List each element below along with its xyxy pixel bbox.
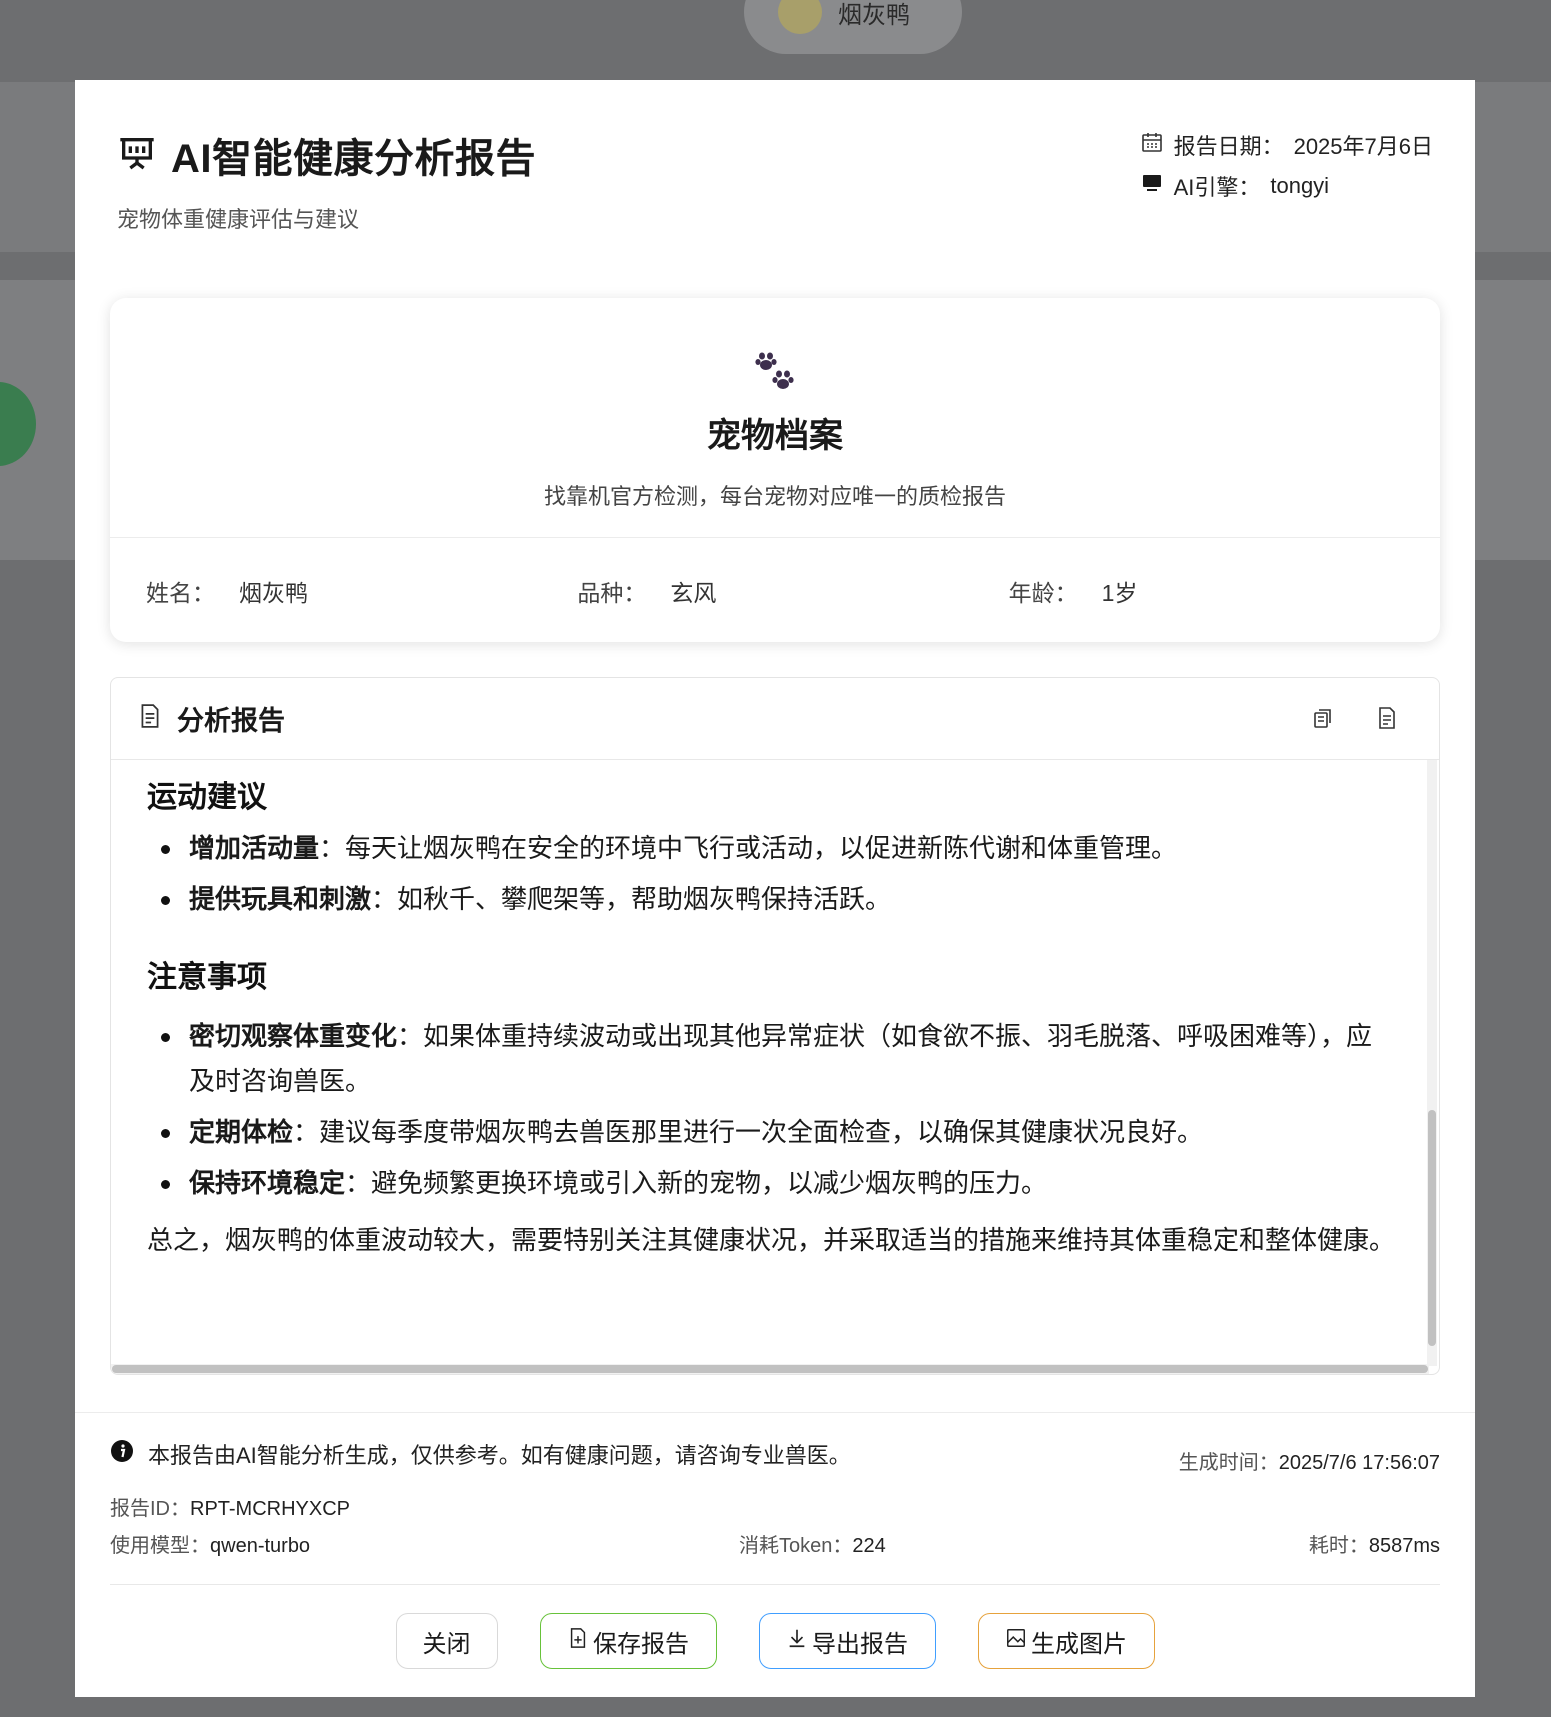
ai-engine-value: tongyi <box>1270 172 1330 198</box>
report-title: 分析报告 <box>177 706 285 736</box>
report-date-value: 2025年7月6日 <box>1293 133 1433 159</box>
duration-label: 耗时： <box>1308 1535 1369 1557</box>
pet-breed-label: 品种： <box>577 580 647 606</box>
exercise-list: 增加活动量：每天让烟灰鸭在安全的环境中飞行或活动，以促进新陈代谢和体重管理。 提… <box>147 826 1397 922</box>
backdrop-pet-name: 烟灰鸭 <box>838 1 910 29</box>
token-label: 消耗Token： <box>739 1535 853 1557</box>
token-value: 224 <box>852 1535 886 1557</box>
generation-time-value: 2025/7/6 17:56:07 <box>1278 1452 1440 1474</box>
backdrop-pet-pill: 烟灰鸭 <box>744 0 962 54</box>
notes-list: 密切观察体重变化：如果体重持续波动或出现其他异常症状（如食欲不振、羽毛脱落、呼吸… <box>147 1014 1397 1206</box>
generation-time: 生成时间：2025/7/6 17:56:07 <box>1179 1446 1440 1475</box>
report-date-label: 报告日期： <box>1173 133 1284 159</box>
pet-profile-title: 宠物档案 <box>707 417 843 455</box>
list-item: 提供玩具和刺激：如秋千、攀爬架等，帮助烟灰鸭保持活跃。 <box>147 877 1397 922</box>
model-label: 使用模型： <box>110 1535 210 1557</box>
calendar-icon <box>1140 130 1164 160</box>
list-item: 保持环境稳定：避免频繁更换环境或引入新的宠物，以减少烟灰鸭的压力。 <box>147 1161 1397 1206</box>
horizontal-scrollbar[interactable] <box>111 1364 1429 1374</box>
modal-actions: 关闭 保存报告 导出报告 生成图片 <box>75 1613 1475 1669</box>
footer-divider-2 <box>110 1584 1440 1585</box>
report-meta: 报告日期： 2025年7月6日 AI引擎： tongyi <box>1140 124 1433 206</box>
presentation-icon <box>117 133 157 178</box>
close-button[interactable]: 关闭 <box>395 1613 498 1669</box>
pet-avatar <box>778 0 822 34</box>
model-used: 使用模型：qwen-turbo <box>110 1529 310 1558</box>
model-value: qwen-turbo <box>210 1535 311 1557</box>
ai-engine-label: AI引擎： <box>1173 174 1261 200</box>
view-text-icon[interactable] <box>1375 706 1399 730</box>
pet-name-field: 姓名： 烟灰鸭 <box>146 574 577 608</box>
analysis-report-panel: 分析报告 运动建议 增加活动量：每天让烟灰鸭在安全的环境中飞行或活动，以促进新陈… <box>110 677 1440 1375</box>
save-file-icon <box>567 1627 589 1656</box>
paw-icon <box>755 352 794 389</box>
report-id-label: 报告ID： <box>110 1498 190 1520</box>
footer-divider <box>75 1412 1475 1413</box>
report-id: 报告ID：RPT-MCRHYXCP <box>110 1492 350 1521</box>
generation-time-label: 生成时间： <box>1178 1452 1279 1474</box>
report-conclusion: 总之，烟灰鸭的体重波动较大，需要特别关注其健康状况，并采取适当的措施来维持其体重… <box>147 1225 1396 1255</box>
modal-header: AI智能健康分析报告 宠物体重健康评估与建议 <box>117 126 536 234</box>
close-button-label: 关闭 <box>422 1630 471 1658</box>
modal-subtitle: 宠物体重健康评估与建议 <box>117 207 360 232</box>
save-report-button[interactable]: 保存报告 <box>539 1613 717 1669</box>
token-usage: 消耗Token：224 <box>739 1529 886 1558</box>
generate-image-label: 生成图片 <box>1031 1630 1127 1658</box>
pet-age-value: 1岁 <box>1101 580 1138 606</box>
duration-value: 8587ms <box>1368 1535 1440 1557</box>
pet-breed-field: 品种： 玄风 <box>577 574 1008 608</box>
pet-name-label: 姓名： <box>146 580 215 606</box>
disclaimer-text: 本报告由AI智能分析生成，仅供参考。如有健康问题，请咨询专业兽医。 <box>148 1443 851 1468</box>
section-heading-notes: 注意事项 <box>147 961 267 994</box>
pet-age-label: 年龄： <box>1008 580 1078 606</box>
generate-image-button[interactable]: 生成图片 <box>977 1613 1155 1669</box>
report-actions <box>1311 706 1399 730</box>
image-icon <box>1005 1627 1027 1656</box>
duration: 耗时：8587ms <box>1309 1529 1440 1558</box>
export-report-label: 导出报告 <box>812 1630 908 1658</box>
report-modal: AI智能健康分析报告 宠物体重健康评估与建议 报告日期： 2025年7月6日 A… <box>75 80 1475 1697</box>
list-item: 定期体检：建议每季度带烟灰鸭去兽医那里进行一次全面检查，以确保其健康状况良好。 <box>147 1110 1397 1155</box>
document-icon <box>137 703 163 734</box>
report-header: 分析报告 <box>111 678 1439 760</box>
pet-profile-card: 宠物档案 找靠机官方检测，每台宠物对应唯一的质检报告 姓名： 烟灰鸭 品种： 玄… <box>110 298 1440 642</box>
export-report-button[interactable]: 导出报告 <box>758 1613 936 1669</box>
save-report-label: 保存报告 <box>593 1630 689 1658</box>
copy-icon[interactable] <box>1311 706 1335 730</box>
report-id-value: RPT-MCRHYXCP <box>190 1498 351 1520</box>
list-item: 密切观察体重变化：如果体重持续波动或出现其他异常症状（如食欲不振、羽毛脱落、呼吸… <box>147 1014 1397 1104</box>
modal-title: AI智能健康分析报告 <box>171 137 536 181</box>
report-content: 运动建议 增加活动量：每天让烟灰鸭在安全的环境中飞行或活动，以促进新陈代谢和体重… <box>147 760 1397 1350</box>
disclaimer: 本报告由AI智能分析生成，仅供参考。如有健康问题，请咨询专业兽医。 <box>110 1438 851 1470</box>
pet-name-value: 烟灰鸭 <box>239 580 308 606</box>
pet-age-field: 年龄： 1岁 <box>1009 574 1440 608</box>
list-item: 增加活动量：每天让烟灰鸭在安全的环境中飞行或活动，以促进新陈代谢和体重管理。 <box>147 826 1397 871</box>
vertical-scrollbar[interactable] <box>1427 760 1437 1366</box>
pet-profile-description: 找靠机官方检测，每台宠物对应唯一的质检报告 <box>543 484 1006 509</box>
download-icon <box>786 1627 808 1656</box>
section-heading-exercise: 运动建议 <box>147 781 267 814</box>
pet-breed-value: 玄风 <box>670 580 717 606</box>
pet-fields: 姓名： 烟灰鸭 品种： 玄风 年龄： 1岁 <box>110 538 1440 608</box>
info-icon <box>110 1439 134 1469</box>
monitor-icon <box>1140 171 1164 201</box>
